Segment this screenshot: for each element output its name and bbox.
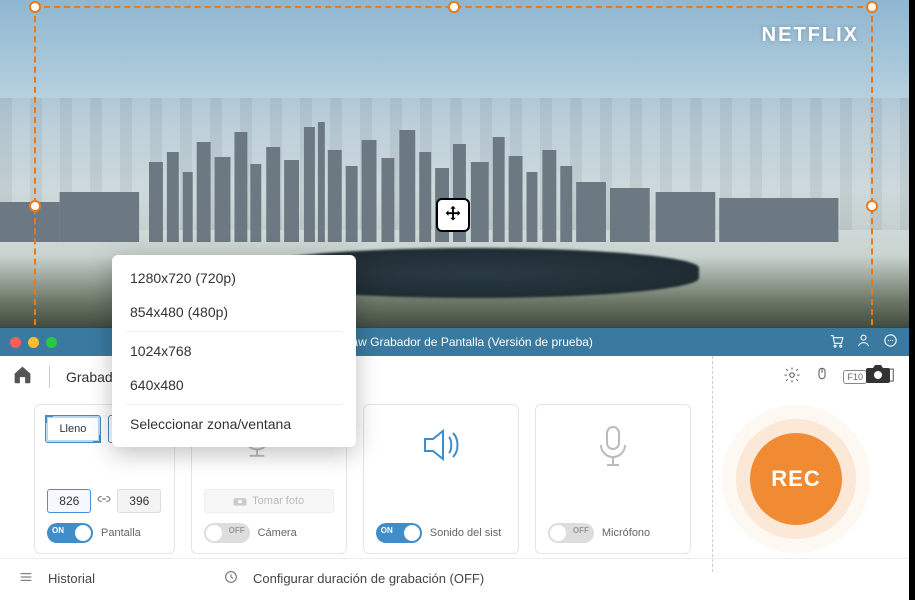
record-label: REC [771,466,820,492]
display-toggle[interactable]: ON [47,523,93,543]
move-handle-icon[interactable] [436,198,470,232]
handle-top-left[interactable] [29,1,41,13]
resolution-option[interactable]: 1280x720 (720p) [112,261,356,295]
width-input[interactable] [47,489,91,513]
handle-mid-right[interactable] [866,200,878,212]
menu-separator [126,331,342,332]
footer: Historial Configurar duración de grabaci… [0,558,909,598]
maximize-window-button[interactable] [46,337,57,348]
sound-toggle-label: Sonido del sist [430,527,502,539]
screenshot-icon[interactable] [865,364,891,389]
hotkey-badge[interactable]: F10 [843,370,867,384]
watermark-text: NETFLIX [762,24,859,47]
resolution-option[interactable]: 640x480 [112,368,356,402]
camera-toggle[interactable]: OFF [204,523,250,543]
menu-separator [126,404,342,405]
list-icon[interactable] [18,569,34,588]
clock-icon[interactable] [223,569,239,588]
take-photo-button[interactable]: Tomar foto [204,489,334,513]
display-toggle-label: Pantalla [101,527,141,539]
mic-toggle[interactable]: OFF [548,523,594,543]
mouse-icon[interactable] [813,366,831,389]
history-link[interactable]: Historial [48,571,95,586]
camera-toggle-label: Cámera [258,527,297,539]
record-button[interactable]: REC [750,433,842,525]
toggle-on-label: ON [381,526,393,535]
window-controls [10,337,57,348]
sound-toggle[interactable]: ON [376,523,422,543]
handle-top-mid[interactable] [448,1,460,13]
home-icon[interactable] [12,364,33,390]
close-window-button[interactable] [10,337,21,348]
microphone-icon [587,421,639,474]
duration-link[interactable]: Configurar duración de grabación (OFF) [253,571,484,586]
separator [712,356,713,572]
handle-top-right[interactable] [866,1,878,13]
mic-toggle-label: Micrófono [602,527,650,539]
link-icon[interactable] [97,492,111,511]
toggle-off-label: OFF [229,526,245,535]
handle-mid-left[interactable] [29,200,41,212]
mode-full-button[interactable]: Lleno [45,415,101,443]
cart-icon[interactable] [828,332,845,352]
resolution-option[interactable]: 1024x768 [112,334,356,368]
select-area-option[interactable]: Seleccionar zona/ventana [112,407,356,441]
toggle-on-label: ON [52,526,64,535]
mode-full-label: Lleno [59,423,86,435]
dimension-inputs [47,489,161,513]
height-input[interactable] [117,489,161,513]
resolution-dropdown: 1280x720 (720p) 854x480 (480p) 1024x768 … [112,255,356,447]
right-margin [909,0,915,328]
minimize-window-button[interactable] [28,337,39,348]
divider [49,366,50,388]
resolution-option[interactable]: 854x480 (480p) [112,295,356,329]
viewport: NETFLIX FonePaw Grabador de Pantalla (Ve… [0,0,915,600]
toggle-off-label: OFF [573,526,589,535]
record-area: REC [707,404,885,554]
user-icon[interactable] [855,332,872,352]
panel-microphone: OFF Micrófono [535,404,691,554]
panel-sound: ON Sonido del sist [363,404,519,554]
gear-icon[interactable] [783,366,801,389]
speaker-icon [415,421,467,474]
take-photo-label: Tomar foto [252,495,304,507]
chat-icon[interactable] [882,332,899,352]
